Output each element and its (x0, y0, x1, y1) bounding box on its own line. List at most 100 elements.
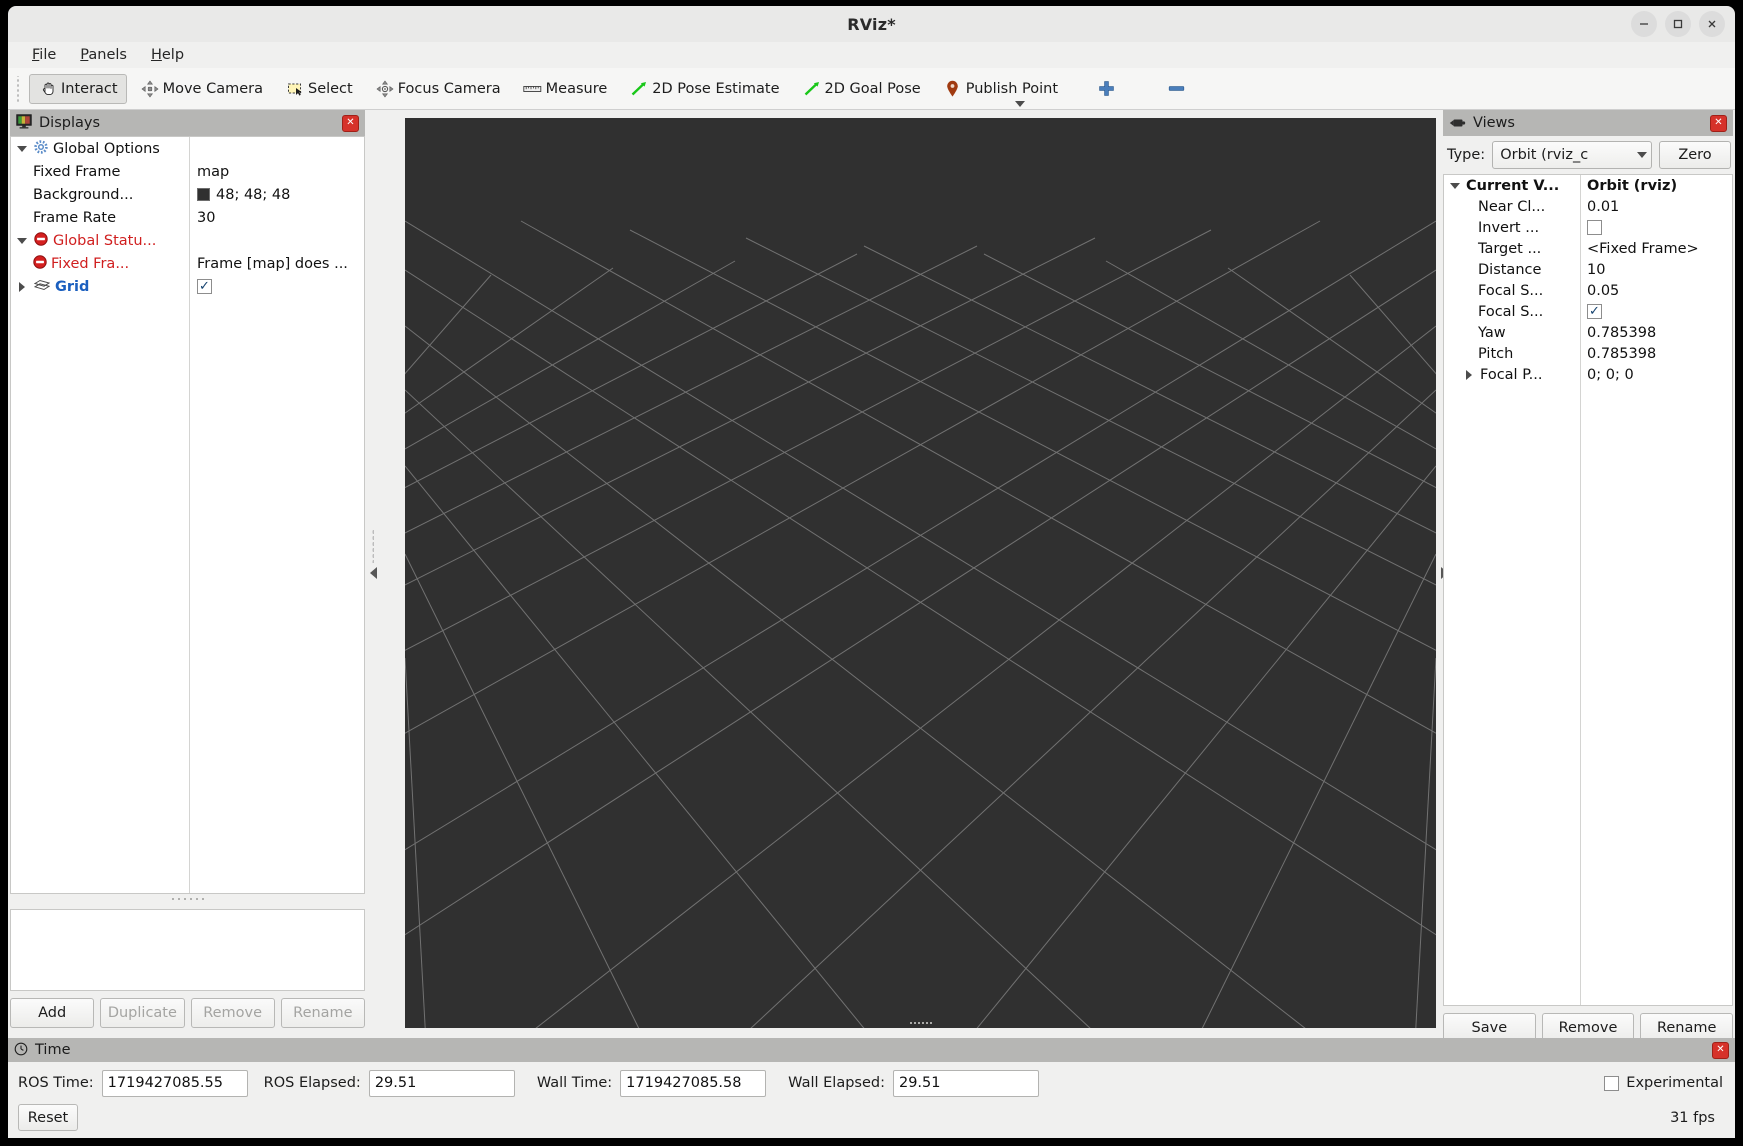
experimental-toggle[interactable]: Experimental (1604, 1075, 1727, 1091)
tool-remove-minus[interactable] (1157, 74, 1195, 104)
views-tree[interactable]: Current V... Orbit (rviz) Near Cl... 0.0… (1443, 174, 1733, 1006)
minimize-icon[interactable] (1631, 11, 1657, 37)
views-row-label: Pitch (1478, 345, 1514, 362)
maximize-icon[interactable] (1665, 11, 1691, 37)
collapse-left-icon[interactable] (369, 567, 377, 579)
ros-time-input[interactable]: 1719427085.55 (101, 1069, 248, 1097)
tree-row-value[interactable]: 48; 48; 48 (216, 187, 290, 203)
grid-enabled-checkbox[interactable]: ✓ (197, 279, 212, 294)
menu-help[interactable]: Help (141, 45, 194, 65)
views-row-value[interactable]: 0; 0; 0 (1587, 367, 1634, 383)
views-row-focal-shape-fixed[interactable]: Focal S... ✓ (1444, 301, 1732, 322)
tree-row-background-color[interactable]: Background... 48; 48; 48 (11, 183, 364, 206)
add-button[interactable]: Add (10, 998, 95, 1028)
color-swatch[interactable] (197, 188, 210, 201)
displays-panel-title: Displays (39, 115, 101, 131)
views-row-label: Invert ... (1478, 219, 1540, 236)
views-row-value[interactable]: 0.785398 (1587, 346, 1656, 362)
chevron-right-icon[interactable] (15, 280, 29, 294)
tree-row-global-status[interactable]: Global Statu... (11, 229, 364, 252)
remove-button[interactable]: Remove (190, 998, 275, 1028)
views-row-value: Orbit (rviz) (1587, 177, 1678, 194)
tool-publish-point[interactable]: Publish Point (934, 74, 1067, 104)
tree-row-frame-rate[interactable]: Frame Rate 30 (11, 206, 364, 229)
duplicate-button[interactable]: Duplicate (100, 998, 185, 1028)
views-row-near-clip[interactable]: Near Cl... 0.01 (1444, 196, 1732, 217)
menu-panels[interactable]: Panels (70, 45, 137, 65)
left-splitter-handle[interactable] (368, 110, 378, 1036)
tool-move-camera[interactable]: Move Camera (131, 74, 272, 104)
views-row-value[interactable]: 0.785398 (1587, 325, 1656, 341)
ruler-icon (523, 80, 543, 98)
views-row-focal-point[interactable]: Focal P... 0; 0; 0 (1444, 364, 1732, 385)
tool-2d-pose-estimate[interactable]: 2D Pose Estimate (620, 74, 788, 104)
tree-row-grid[interactable]: Grid ✓ (11, 275, 364, 298)
chevron-right-icon[interactable] (1462, 368, 1476, 382)
panel-close-icon[interactable]: ✕ (1710, 114, 1727, 132)
views-column-splitter[interactable] (1580, 175, 1581, 1005)
toolbar-overflow-arrow[interactable] (1015, 101, 1025, 107)
reset-button[interactable]: Reset (18, 1104, 78, 1131)
menu-bar: File Panels Help (8, 42, 1735, 68)
tree-row-value[interactable]: 30 (197, 210, 215, 226)
tool-label: Publish Point (965, 80, 1059, 97)
ros-elapsed-input[interactable]: 29.51 (368, 1069, 515, 1097)
green-arrow-icon (629, 80, 649, 98)
views-row-current-view[interactable]: Current V... Orbit (rviz) (1444, 175, 1732, 196)
wall-elapsed-label: Wall Elapsed: (788, 1075, 885, 1091)
tree-row-label: Grid (55, 278, 90, 295)
views-row-value[interactable]: 0.05 (1587, 283, 1619, 299)
tool-label: 2D Pose Estimate (652, 80, 780, 97)
rename-button[interactable]: Rename (280, 998, 365, 1028)
zero-button[interactable]: Zero (1659, 141, 1731, 169)
views-row-value[interactable]: 10 (1587, 262, 1605, 278)
fps-indicator: 31 fps (1670, 1109, 1715, 1126)
tool-2d-goal-pose[interactable]: 2D Goal Pose (793, 74, 930, 104)
tool-select[interactable]: Select (276, 74, 362, 104)
viewport-resize-grip[interactable] (908, 1021, 933, 1026)
tool-add-plus[interactable] (1087, 74, 1125, 104)
tree-row-value[interactable]: map (197, 164, 229, 180)
views-row-yaw[interactable]: Yaw 0.785398 (1444, 322, 1732, 343)
chevron-down-icon[interactable] (15, 234, 29, 248)
wall-elapsed-input[interactable]: 29.51 (892, 1069, 1039, 1097)
tree-row-global-options[interactable]: Global Options (11, 137, 364, 160)
time-panel-header: Time ✕ (8, 1038, 1735, 1062)
panel-close-icon[interactable]: ✕ (342, 114, 359, 132)
close-icon[interactable] (1699, 11, 1725, 37)
view-type-select[interactable]: Orbit (rviz_c (1492, 141, 1652, 169)
wall-time-input[interactable]: 1719427085.58 (620, 1069, 767, 1097)
tree-row-fixed-frame-status[interactable]: Fixed Fra... Frame [map] does ... (11, 252, 364, 275)
menu-file[interactable]: File (22, 45, 66, 65)
tool-focus-camera[interactable]: Focus Camera (366, 74, 510, 104)
views-row-label: Focal S... (1478, 303, 1544, 320)
tree-row-fixed-frame[interactable]: Fixed Frame map (11, 160, 364, 183)
green-arrow-icon (802, 80, 822, 98)
render-viewport-3d[interactable] (405, 118, 1436, 1028)
views-row-value[interactable]: 0.01 (1587, 199, 1619, 215)
ros-elapsed-label: ROS Elapsed: (263, 1075, 361, 1091)
views-row-value[interactable]: <Fixed Frame> (1587, 241, 1699, 257)
views-row-label: Focal P... (1480, 366, 1543, 383)
window-title: RViz* (847, 14, 896, 34)
tool-measure[interactable]: Measure (514, 74, 617, 104)
displays-splitter[interactable] (10, 894, 365, 903)
title-bar: RViz* (8, 6, 1735, 42)
panel-close-icon[interactable]: ✕ (1712, 1041, 1729, 1059)
chevron-down-icon[interactable] (1448, 179, 1462, 193)
tree-row-label: Global Statu... (53, 232, 157, 249)
views-row-distance[interactable]: Distance 10 (1444, 259, 1732, 280)
views-row-label: Yaw (1478, 324, 1506, 341)
toolbar-grip[interactable] (14, 75, 24, 102)
views-row-invert-y[interactable]: Invert ... (1444, 217, 1732, 238)
experimental-checkbox[interactable] (1604, 1075, 1620, 1091)
invert-y-checkbox[interactable] (1587, 220, 1602, 235)
tool-interact[interactable]: Interact (29, 73, 127, 104)
displays-tree[interactable]: Global Options Fixed Frame map Backgroun… (10, 136, 365, 894)
views-row-focal-shape-size[interactable]: Focal S... 0.05 (1444, 280, 1732, 301)
chevron-down-icon[interactable] (15, 142, 29, 156)
focal-shape-fixed-checkbox[interactable]: ✓ (1587, 304, 1602, 319)
tree-row-value: Frame [map] does ... (197, 255, 348, 272)
views-row-target-frame[interactable]: Target ... <Fixed Frame> (1444, 238, 1732, 259)
views-row-pitch[interactable]: Pitch 0.785398 (1444, 343, 1732, 364)
